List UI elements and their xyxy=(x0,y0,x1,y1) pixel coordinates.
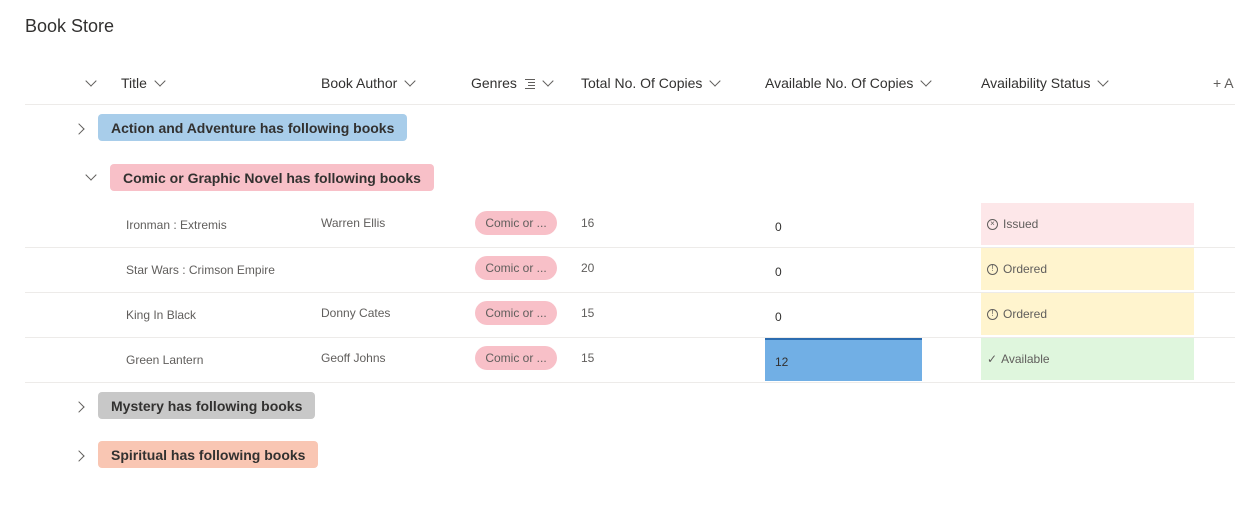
info-circle-icon: ! xyxy=(987,263,998,275)
cell-title[interactable]: Star Wars : Crimson Empire xyxy=(126,263,275,277)
table-row[interactable]: Ironman : Extremis Warren Ellis Comic or… xyxy=(25,203,1235,248)
group-header-comic-graphic-novel: Comic or Graphic Novel has following boo… xyxy=(25,163,1235,203)
status-badge: ✓ Available xyxy=(981,338,1194,380)
cell-total-copies: 16 xyxy=(581,216,595,230)
cell-available-copies[interactable]: 0 xyxy=(775,220,782,234)
column-header-available-copies[interactable]: Available No. Of Copies xyxy=(765,66,933,100)
cell-available-copies[interactable]: 0 xyxy=(775,265,782,279)
cell-author: Donny Cates xyxy=(321,306,391,320)
group-by-icon xyxy=(524,78,535,89)
cell-author: Warren Ellis xyxy=(321,216,386,230)
chevron-down-icon[interactable] xyxy=(83,169,99,185)
column-header-availability-status[interactable]: Availability Status xyxy=(981,66,1110,100)
table-row[interactable]: Star Wars : Crimson Empire Comic or ... … xyxy=(25,248,1235,293)
chevron-down-icon xyxy=(542,75,554,87)
chevron-down-icon xyxy=(709,75,722,87)
column-header-total-copies[interactable]: Total No. Of Copies xyxy=(581,66,722,100)
check-icon: ✓ xyxy=(987,352,998,366)
group-header-action-adventure: Action and Adventure has following books xyxy=(25,113,1235,153)
circle-x-icon: × xyxy=(987,218,998,230)
genre-pill: Comic or ... xyxy=(475,301,557,325)
column-header-author[interactable]: Book Author xyxy=(321,66,416,100)
select-all-chevron-icon[interactable] xyxy=(83,66,97,100)
info-circle-icon: ! xyxy=(987,308,998,320)
genre-pill: Comic or ... xyxy=(475,211,557,235)
group-label: Action and Adventure has following books xyxy=(98,114,408,141)
column-header-title[interactable]: Title xyxy=(121,66,166,100)
chevron-right-icon[interactable] xyxy=(71,448,87,464)
chevron-down-icon xyxy=(1097,75,1110,87)
table-row[interactable]: King In Black Donny Cates Comic or ... 1… xyxy=(25,293,1235,338)
chevron-down-icon xyxy=(920,75,933,87)
cell-available-copies[interactable]: 12 xyxy=(775,355,788,369)
column-header-row: Title Book Author Genres Total No. Of Co… xyxy=(25,66,1235,105)
cell-title[interactable]: King In Black xyxy=(126,308,196,322)
table-row[interactable]: Green Lantern Geoff Johns Comic or ... 1… xyxy=(25,338,1235,383)
cell-title[interactable]: Green Lantern xyxy=(126,353,203,367)
chevron-right-icon[interactable] xyxy=(71,399,87,415)
group-label: Spiritual has following books xyxy=(98,441,319,468)
cell-total-copies: 20 xyxy=(581,261,595,275)
status-badge: ! Ordered xyxy=(981,248,1194,290)
group-label: Mystery has following books xyxy=(98,392,316,419)
genre-pill: Comic or ... xyxy=(475,256,557,280)
group-header-spiritual: Spiritual has following books xyxy=(25,440,1235,480)
chevron-down-icon xyxy=(404,75,416,87)
cell-title[interactable]: Ironman : Extremis xyxy=(126,218,227,232)
page-title: Book Store xyxy=(25,16,115,36)
genre-pill: Comic or ... xyxy=(475,346,557,370)
cell-available-copies[interactable]: 0 xyxy=(775,310,782,324)
add-column-button[interactable]: + A xyxy=(1213,66,1234,100)
cell-total-copies: 15 xyxy=(581,306,595,320)
group-header-mystery: Mystery has following books xyxy=(25,391,1235,431)
chevron-right-icon[interactable] xyxy=(71,121,87,137)
cell-total-copies: 15 xyxy=(581,351,595,365)
chevron-down-icon xyxy=(154,75,166,87)
cell-author: Geoff Johns xyxy=(321,351,386,365)
column-header-genres[interactable]: Genres xyxy=(471,66,554,100)
available-copies-selected-cell[interactable] xyxy=(765,338,922,381)
status-badge: × Issued xyxy=(981,203,1194,245)
group-label: Comic or Graphic Novel has following boo… xyxy=(110,164,434,191)
status-badge: ! Ordered xyxy=(981,293,1194,335)
